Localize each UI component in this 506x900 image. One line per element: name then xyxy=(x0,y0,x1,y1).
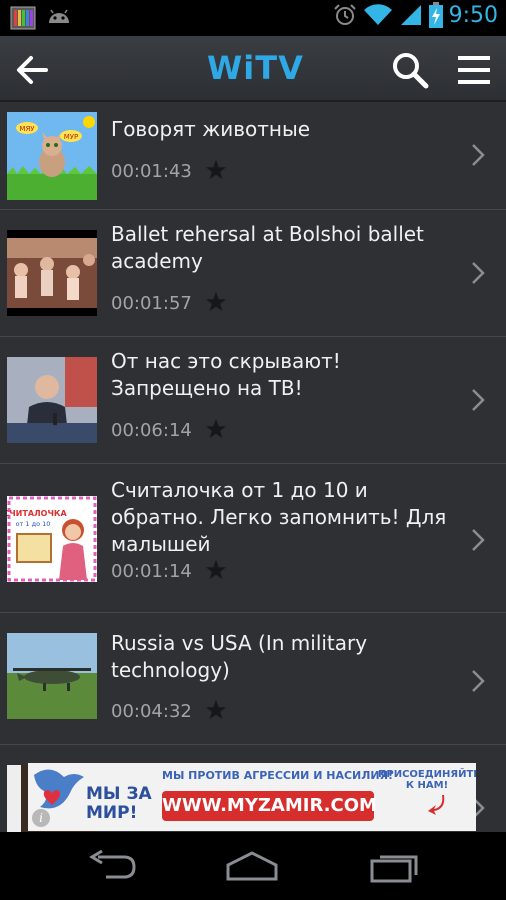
video-thumbnail[interactable] xyxy=(7,633,97,719)
ad-info-icon[interactable]: i xyxy=(32,809,50,827)
thumb-counting-title: СЧИТАЛОЧКА xyxy=(7,509,67,518)
video-duration: 00:01:14 xyxy=(111,561,192,582)
video-list[interactable]: МЯУ МУР Говорят животные 00:01:43 Ballet… xyxy=(0,102,506,832)
wifi-icon xyxy=(363,4,392,26)
battery-charging-icon xyxy=(428,2,443,28)
video-row[interactable]: МЯУ МУР Говорят животные 00:01:43 xyxy=(0,102,506,210)
chevron-right-icon xyxy=(472,389,485,411)
chevron-right-icon xyxy=(472,262,485,284)
video-thumbnail[interactable]: СЧИТАЛОЧКА от 1 до 10 xyxy=(7,496,97,582)
video-duration: 00:01:57 xyxy=(111,293,192,314)
app-logo: WiTV xyxy=(207,49,304,87)
nav-back-icon[interactable] xyxy=(84,849,140,883)
menu-icon[interactable] xyxy=(456,50,492,90)
video-row[interactable]: СЧИТАЛОЧКА от 1 до 10 Считалочка от 1 до… xyxy=(0,464,506,613)
ad-brand-line2: МИР! xyxy=(86,803,138,823)
video-row[interactable]: Russia vs USA (In military technology) 0… xyxy=(0,613,506,745)
chevron-right-icon xyxy=(472,670,485,692)
star-icon[interactable] xyxy=(205,418,227,440)
ad-url-button[interactable]: WWW.MYZAMIR.COM xyxy=(162,791,377,821)
video-duration: 00:04:32 xyxy=(111,701,192,722)
video-duration: 00:06:14 xyxy=(111,420,192,441)
nav-recents-icon[interactable] xyxy=(368,849,424,883)
video-thumbnail[interactable] xyxy=(7,357,97,443)
video-thumbnail[interactable] xyxy=(7,230,97,316)
star-icon[interactable] xyxy=(205,291,227,313)
video-thumbnail[interactable]: МЯУ МУР xyxy=(7,112,97,200)
chevron-right-icon xyxy=(472,529,485,551)
ad-slogan: МЫ ПРОТИВ АГРЕССИИ И НАСИЛИЯ! xyxy=(162,769,394,782)
video-title: Ballet rehersal at Bolshoi ballet academ… xyxy=(111,222,424,273)
video-title: Считалочка от 1 до 10 и обратно. Легко з… xyxy=(111,478,447,556)
status-time: 9:50 xyxy=(448,2,498,28)
thumb-label-left: МЯУ xyxy=(19,125,35,133)
ad-join-text: ПРИСОЕДИНЯЙТЕСЬ К НАМ! xyxy=(378,769,476,791)
search-icon[interactable] xyxy=(390,50,430,90)
video-title: Говорят животные xyxy=(111,117,311,141)
video-row[interactable]: От нас это скрывают! Запрещено на ТВ! 00… xyxy=(0,337,506,464)
arrow-down-icon xyxy=(428,795,445,815)
android-icon xyxy=(49,9,69,23)
star-icon[interactable] xyxy=(205,159,227,181)
alarm-icon xyxy=(333,4,356,25)
star-icon[interactable] xyxy=(205,699,227,721)
star-icon[interactable] xyxy=(205,559,227,581)
app-notification-icon xyxy=(10,6,36,30)
navigation-bar xyxy=(0,832,506,900)
ad-banner[interactable]: МЫ ЗА МИР! МЫ ПРОТИВ АГРЕССИИ И НАСИЛИЯ!… xyxy=(28,763,476,831)
back-arrow-icon[interactable] xyxy=(12,50,52,90)
status-bar: 9:50 xyxy=(0,0,506,36)
thumb-counting-sub: от 1 до 10 xyxy=(16,520,51,528)
video-row[interactable]: Ballet rehersal at Bolshoi ballet academ… xyxy=(0,210,506,337)
signal-icon xyxy=(400,5,421,25)
ad-brand: МЫ ЗА МИР! xyxy=(86,785,152,823)
thumb-label-right: МУР xyxy=(64,133,79,141)
ad-brand-line1: МЫ ЗА xyxy=(86,784,152,804)
video-title: От нас это скрывают! Запрещено на ТВ! xyxy=(111,349,341,400)
video-title: Russia vs USA (In military technology) xyxy=(111,631,368,682)
app-bar: WiTV xyxy=(0,36,506,102)
chevron-right-icon xyxy=(472,144,485,166)
nav-home-icon[interactable] xyxy=(224,849,280,883)
video-duration: 00:01:43 xyxy=(111,161,192,182)
